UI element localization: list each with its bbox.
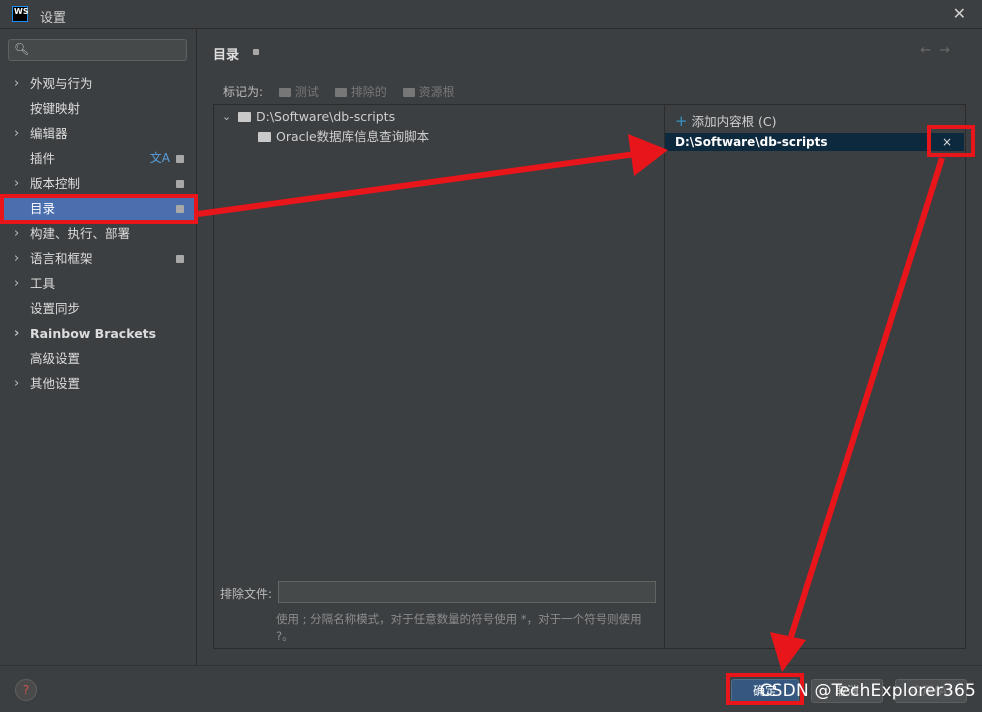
mark-as-excluded-button[interactable]: 排除的 [334,85,387,99]
sidebar-item-tools[interactable]: › 工具 [0,271,196,296]
window-title: 设置 [40,11,67,26]
sidebar-item-label: 外观与行为 [30,76,93,91]
project-lock-icon [176,205,184,213]
folder-icon [238,112,251,122]
tree-node-root[interactable]: ⌄ D:\Software\db-scripts [222,107,395,127]
chevron-right-icon: › [14,126,20,141]
mark-as-label: 标记为: [223,85,264,99]
mark-as-toolbar: 标记为: 测试 排除的 资源根 [223,82,455,102]
chevron-right-icon: › [14,326,20,341]
mark-as-resource-root-button[interactable]: 资源根 [402,85,455,99]
sidebar-item-appearance[interactable]: › 外观与行为 [0,71,196,96]
sidebar-item-languages[interactable]: › 语言和框架 [0,246,196,271]
mark-as-tests-button[interactable]: 测试 [278,85,319,99]
sidebar-item-label: 按键映射 [30,101,81,116]
chevron-right-icon: › [14,226,20,241]
folder-icon [334,88,347,97]
watermark: CSDN @TechExplorer365 [759,681,976,701]
sidebar-item-label: 插件 [30,151,56,166]
exclude-files-label: 排除文件: [220,587,273,601]
sidebar-item-directories[interactable]: 目录 [0,196,196,221]
close-window-button[interactable]: ✕ [953,4,966,23]
search-input[interactable] [33,41,187,61]
help-button[interactable]: ? [15,679,37,701]
folder-icon [402,88,415,97]
sidebar-item-settings-sync[interactable]: 设置同步 [0,296,196,321]
sidebar-item-label: 设置同步 [30,301,81,316]
remove-content-root-button[interactable]: × [942,133,952,151]
exclude-files-input[interactable] [278,581,656,603]
folder-icon [278,88,291,97]
translate-icon: 文A [149,151,170,165]
sidebar-item-label: Rainbow Brackets [30,326,157,341]
exclude-files-hint: 使用 ; 分隔名称模式，对于任意数量的符号使用 *，对于一个符号则使用 ?。 [276,612,642,643]
sidebar-item-advanced[interactable]: 高级设置 [0,346,196,371]
back-arrow-icon[interactable]: ← [920,43,939,58]
sidebar-item-other[interactable]: › 其他设置 [0,371,196,396]
sidebar-item-label: 构建、执行、部署 [30,226,131,241]
page-title: 目录 [213,48,240,63]
directories-settings-page: 目录 ←→ 标记为: 测试 排除的 资源根 ⌄ D:\Software\db-s… [197,29,982,665]
project-lock-icon [253,49,259,55]
sidebar-item-label: 版本控制 [30,176,81,191]
forward-arrow-icon[interactable]: → [939,43,958,58]
sidebar-item-label: 工具 [30,276,56,291]
sidebar-item-rainbow-brackets[interactable]: › Rainbow Brackets [0,321,196,346]
tree-node-child[interactable]: Oracle数据库信息查询脚本 [258,127,429,147]
settings-sidebar: 🔍︎ › 外观与行为 按键映射 › 编辑器 插件 文A › 版本控制 目录 › … [0,29,197,665]
directory-tree-panel: ⌄ D:\Software\db-scripts Oracle数据库信息查询脚本… [213,104,665,649]
chevron-right-icon: › [14,251,20,266]
content-roots-panel: + 添加内容根 (C) D:\Software\db-scripts × [665,104,966,649]
sidebar-item-label: 语言和框架 [30,251,93,266]
sidebar-item-plugins[interactable]: 插件 文A [0,146,196,171]
title-bar: WS 设置 ✕ [0,0,982,29]
history-nav: ←→ [920,43,958,58]
chevron-right-icon: › [14,76,20,91]
sidebar-item-vcs[interactable]: › 版本控制 [0,171,196,196]
sidebar-item-editor[interactable]: › 编辑器 [0,121,196,146]
plus-icon: + [675,112,688,130]
chevron-right-icon: › [14,176,20,191]
folder-icon [258,132,271,142]
sidebar-item-keymap[interactable]: 按键映射 [0,96,196,121]
settings-search[interactable]: 🔍︎ [8,39,187,61]
project-lock-icon [176,255,184,263]
sidebar-item-label: 编辑器 [30,126,68,141]
sidebar-item-label: 高级设置 [30,351,81,366]
settings-nav: › 外观与行为 按键映射 › 编辑器 插件 文A › 版本控制 目录 › 构建、… [0,71,196,396]
webstorm-logo-icon: WS [12,6,29,22]
chevron-down-icon[interactable]: ⌄ [222,107,231,127]
sidebar-item-build[interactable]: › 构建、执行、部署 [0,221,196,246]
chevron-right-icon: › [14,276,20,291]
project-lock-icon [176,180,184,188]
content-root-item[interactable]: D:\Software\db-scripts × [665,133,964,151]
add-content-root-button[interactable]: + 添加内容根 (C) [675,111,777,130]
chevron-right-icon: › [14,376,20,391]
sidebar-item-label: 其他设置 [30,376,81,391]
sidebar-item-label: 目录 [30,201,56,216]
search-icon: 🔍︎ [14,42,30,56]
project-lock-icon [176,155,184,163]
